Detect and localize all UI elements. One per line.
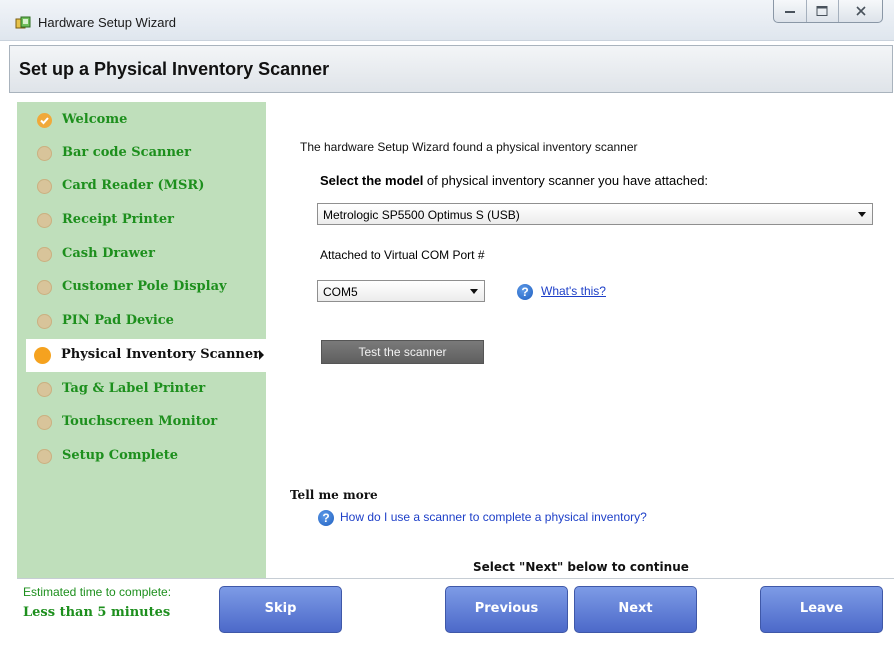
sidebar-step-cash-drawer[interactable]: Cash Drawer <box>17 238 266 271</box>
leave-button[interactable]: Leave <box>760 586 883 633</box>
model-prompt: Select the model of physical inventory s… <box>320 173 708 188</box>
whats-this-link[interactable]: What's this? <box>541 284 606 298</box>
wizard-steps-sidebar: Welcome Bar code Scanner Card Reader (MS… <box>17 102 283 578</box>
page-header: Set up a Physical Inventory Scanner <box>9 45 893 93</box>
com-port-select[interactable]: COM5 <box>317 280 485 302</box>
chevron-down-icon <box>858 212 866 217</box>
check-icon <box>37 113 52 128</box>
pending-dot-icon <box>37 146 52 161</box>
intro-text: The hardware Setup Wizard found a physic… <box>300 140 638 154</box>
step-label: Setup Complete <box>62 448 179 463</box>
previous-button[interactable]: Previous <box>445 586 568 633</box>
sidebar-step-tag-label-printer[interactable]: Tag & Label Printer <box>17 373 266 406</box>
current-step-dot-icon <box>34 347 51 364</box>
pending-dot-icon <box>37 415 52 430</box>
tell-me-more-heading: Tell me more <box>290 488 378 502</box>
scanner-help-link[interactable]: How do I use a scanner to complete a phy… <box>340 510 647 524</box>
step-label: Cash Drawer <box>62 246 155 261</box>
step-label: Card Reader (MSR) <box>62 178 205 193</box>
sidebar-step-card-reader[interactable]: Card Reader (MSR) <box>17 170 266 203</box>
step-label: PIN Pad Device <box>62 313 174 328</box>
pending-dot-icon <box>37 179 52 194</box>
minimize-icon[interactable] <box>774 0 807 22</box>
window-controls <box>773 0 883 23</box>
step-label: Touchscreen Monitor <box>62 414 218 429</box>
estimate-value: Less than 5 minutes <box>23 605 171 620</box>
model-prompt-rest: of physical inventory scanner you have a… <box>423 173 709 188</box>
current-arrow-icon <box>259 350 264 360</box>
pending-dot-icon <box>37 314 52 329</box>
sidebar-step-pin-pad-device[interactable]: PIN Pad Device <box>17 305 266 338</box>
step-label: Bar code Scanner <box>62 145 192 160</box>
step-label: Physical Inventory Scanner <box>61 347 261 362</box>
app-icon <box>15 16 31 30</box>
chevron-down-icon <box>470 289 478 294</box>
step-label: Customer Pole Display <box>62 279 227 294</box>
help-icon[interactable]: ? <box>517 284 533 300</box>
scanner-model-value: Metrologic SP5500 Optimus S (USB) <box>323 208 520 222</box>
sidebar-step-customer-pole-display[interactable]: Customer Pole Display <box>17 271 266 304</box>
maximize-icon[interactable] <box>807 0 840 22</box>
continue-hint: Select "Next" below to continue <box>473 560 689 574</box>
com-port-value: COM5 <box>323 285 358 299</box>
window-title: Hardware Setup Wizard <box>38 15 176 30</box>
com-port-label: Attached to Virtual COM Port # <box>320 248 485 262</box>
pending-dot-icon <box>37 213 52 228</box>
help-icon[interactable]: ? <box>318 510 334 526</box>
step-label: Receipt Printer <box>62 212 174 227</box>
footer-divider <box>17 578 894 579</box>
sidebar-step-receipt-printer[interactable]: Receipt Printer <box>17 204 266 237</box>
test-scanner-button[interactable]: Test the scanner <box>321 340 484 364</box>
pending-dot-icon <box>37 247 52 262</box>
skip-button[interactable]: Skip <box>219 586 342 633</box>
step-label: Welcome <box>62 112 128 127</box>
hardware-setup-wizard-window: Hardware Setup Wizard Set up a Physical … <box>0 0 894 646</box>
step-label: Tag & Label Printer <box>62 381 206 396</box>
next-button[interactable]: Next <box>574 586 697 633</box>
estimate-label: Estimated time to complete: <box>23 585 172 599</box>
sidebar-step-welcome[interactable]: Welcome <box>17 104 266 137</box>
pending-dot-icon <box>37 280 52 295</box>
page-title: Set up a Physical Inventory Scanner <box>19 59 330 79</box>
sidebar-step-bar-code-scanner[interactable]: Bar code Scanner <box>17 137 266 170</box>
sidebar-step-physical-inventory-scanner[interactable]: Physical Inventory Scanner <box>26 339 283 372</box>
pending-dot-icon <box>37 382 52 397</box>
sidebar-step-touchscreen-monitor[interactable]: Touchscreen Monitor <box>17 406 266 439</box>
pending-dot-icon <box>37 449 52 464</box>
title-bar[interactable]: Hardware Setup Wizard <box>0 0 894 41</box>
scanner-model-select[interactable]: Metrologic SP5500 Optimus S (USB) <box>317 203 873 225</box>
close-icon[interactable] <box>839 0 882 22</box>
model-prompt-bold: Select the model <box>320 173 424 188</box>
sidebar-step-setup-complete[interactable]: Setup Complete <box>17 440 266 473</box>
